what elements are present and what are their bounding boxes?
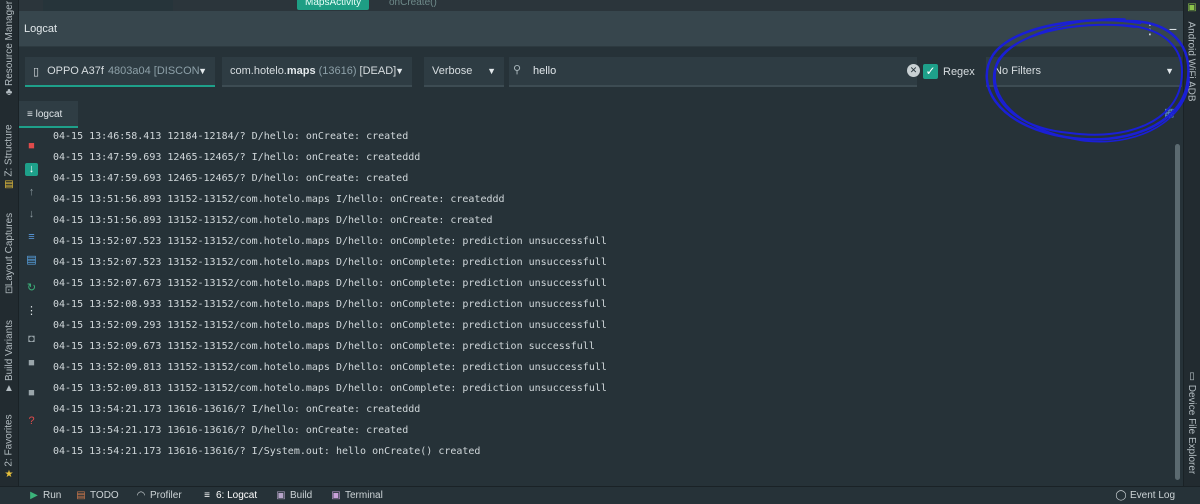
log-line: 04-15 13:54:21.173 13616-13616/? D/hello… [53,425,409,436]
device-name: OPPO A37f [47,65,104,77]
arrow-up-icon[interactable]: ↑ [25,186,38,199]
log-line: 04-15 13:52:09.813 13152-13152/com.hotel… [53,383,607,394]
bottom-tab-run[interactable]: ▶ Run [28,490,61,501]
bottom-tab-profiler[interactable]: ◠ Profiler [135,490,182,501]
event-log-icon: ◯ [1115,490,1127,501]
search-input[interactable]: ⚲ hello ✕ [509,57,920,87]
chevron-down-icon: ▼ [487,66,496,76]
log-line: 04-15 13:51:56.893 13152-13152/com.hotel… [53,194,505,205]
android-icon: ▣ [1187,2,1197,13]
log-line: 04-15 13:52:08.933 13152-13152/com.hotel… [53,299,607,310]
process-state: [DEAD] [359,65,397,77]
help-icon[interactable]: ? [25,415,38,428]
logcat-icon: ≡ [204,490,210,501]
log-level-dropdown[interactable]: Verbose ▼ [424,57,504,87]
device-file-explorer-icon: ▯ [1189,371,1195,382]
tab-layout-captures[interactable]: Layout Captures [0,210,19,288]
chevron-down-icon: ▼ [1165,66,1174,76]
screenshot-icon[interactable]: ◘ [25,333,38,346]
chevron-down-icon: ▼ [395,66,404,76]
bottom-tool-bar: ▶ Run ▤ TODO ◠ Profiler ≡ 6: Logcat ▣ Build ▣… [0,486,1200,504]
structure-icon: ▤ [4,179,14,190]
log-line: 04-15 13:47:59.693 12465-12465/? I/hello… [53,152,421,163]
tab-device-file-explorer[interactable]: Device File Explorer [1183,384,1200,474]
log-line: 04-15 13:52:07.523 13152-13152/com.hotel… [53,257,607,268]
more-actions-icon[interactable]: ⋮ [25,305,38,318]
logcat-panel-header: Logcat ⋮ − [19,11,1183,47]
process-pid: (13616) [318,65,357,77]
profiler-icon: ◠ [136,490,146,501]
chevron-down-icon: ▼ [198,66,207,76]
print-icon[interactable]: ▤ [25,254,38,267]
right-tool-stripe: ▣ Android WiFi ADB ▯ Device File Explore… [1183,0,1200,486]
regex-checkbox[interactable]: ✓ [923,64,938,79]
process-package-prefix: com.hotelo. [230,65,287,77]
soft-wrap-icon[interactable]: ≡ [25,231,38,244]
log-line: 04-15 13:52:07.673 13152-13152/com.hotel… [53,278,607,289]
logcat-lines-icon: ≡ [27,109,36,120]
minimize-icon[interactable]: − [1169,21,1177,37]
bottom-tab-terminal[interactable]: ▣ Terminal [330,490,383,501]
regex-label: Regex [943,66,975,78]
log-line: 04-15 13:52:09.813 13152-13152/com.hotel… [53,362,607,373]
tab-favorites[interactable]: 2: Favorites [0,412,19,468]
tab-resource-manager[interactable]: Resource Manager [0,0,19,85]
log-line: 04-15 13:52:07.523 13152-13152/com.hotel… [53,236,607,247]
tab-build-variants[interactable]: Build Variants [0,318,19,382]
todo-icon: ▤ [76,490,86,501]
tab-android-wifi-adb[interactable]: Android WiFi ADB [1183,16,1200,106]
bottom-tab-build[interactable]: ▣ Build [275,490,312,501]
breadcrumb-method[interactable]: onCreate() [389,0,437,10]
phone-icon: ▯ [33,65,40,78]
event-log-button[interactable]: ◯ Event Log [1115,490,1175,501]
device-serial: 4803a04 [107,65,151,77]
trash-icon[interactable]: ■ [25,140,38,153]
terminal-icon: ▣ [331,490,341,501]
bottom-tab-logcat[interactable]: ≡ 6: Logcat [201,490,257,501]
filter-dropdown[interactable]: No Filters ▼ [986,57,1182,87]
editor-tab-bar: MapsActivity onCreate() [19,0,1183,11]
process-package-name: maps [286,65,316,77]
device-dropdown[interactable]: ▯ OPPO A37f 4803a04 [DISCON ▼ [25,57,215,87]
log-line: 04-15 13:54:21.173 13616-13616/? I/Syste… [53,446,481,457]
log-line: 04-15 13:52:09.673 13152-13152/com.hotel… [53,341,595,352]
tab-structure[interactable]: Z: Structure [0,122,19,178]
panel-title: Logcat [24,23,58,35]
resource-manager-icon: ♣ [5,87,13,98]
breadcrumb-class[interactable]: MapsActivity [297,0,370,10]
log-line: 04-15 13:54:21.173 13616-13616/? I/hello… [53,404,421,415]
filter-value: No Filters [994,65,1042,77]
more-options-icon[interactable]: ⋮ [1143,21,1157,37]
log-line: 04-15 13:46:58.413 12184-12184/? D/hello… [53,131,409,142]
bottom-tab-todo[interactable]: ▤ TODO [75,490,118,501]
scroll-to-end-icon[interactable]: ↓ [25,163,38,176]
log-line: 04-15 13:51:56.893 13152-13152/com.hotel… [53,215,493,226]
build-icon: ▣ [276,490,286,501]
device-status: [DISCON [153,65,200,77]
search-icon: ⚲ [513,64,522,76]
process-dropdown[interactable]: com.hotelo. maps (13616) [DEAD] ▼ [222,57,412,87]
build-variants-icon: ▲ [4,383,14,394]
layout-settings-icon[interactable]: ▦ [1164,106,1174,119]
restart-icon[interactable]: ↻ [25,282,38,295]
screen-record-icon[interactable]: ■ [25,357,38,370]
log-line: 04-15 13:52:09.293 13152-13152/com.hotel… [53,320,607,331]
stop-icon[interactable]: ■ [25,387,38,400]
log-scrollbar[interactable] [1175,144,1180,480]
log-output: 04-15 13:46:58.413 12184-12184/? D/hello… [53,126,1163,466]
search-value: hello [533,65,557,77]
log-level-value: Verbose [432,65,473,77]
log-line: 04-15 13:47:59.693 12465-12465/? D/hello… [53,173,409,184]
logcat-toolbar: ▯ OPPO A37f 4803a04 [DISCON ▼ com.hotelo… [19,47,1183,99]
clear-search-icon[interactable]: ✕ [907,64,920,77]
editor-tab-bg [43,0,173,11]
tab-logcat-label: logcat [35,109,63,120]
left-tool-stripe: Resource Manager ♣ Z: Structure ▤ Layout… [0,0,19,486]
arrow-down-icon[interactable]: ↓ [25,208,38,221]
run-icon: ▶ [30,490,38,501]
layout-captures-icon: ⊡ [4,285,14,296]
favorites-star-icon: ★ [4,469,14,480]
tab-logcat[interactable]: ≡ logcat [19,101,78,128]
